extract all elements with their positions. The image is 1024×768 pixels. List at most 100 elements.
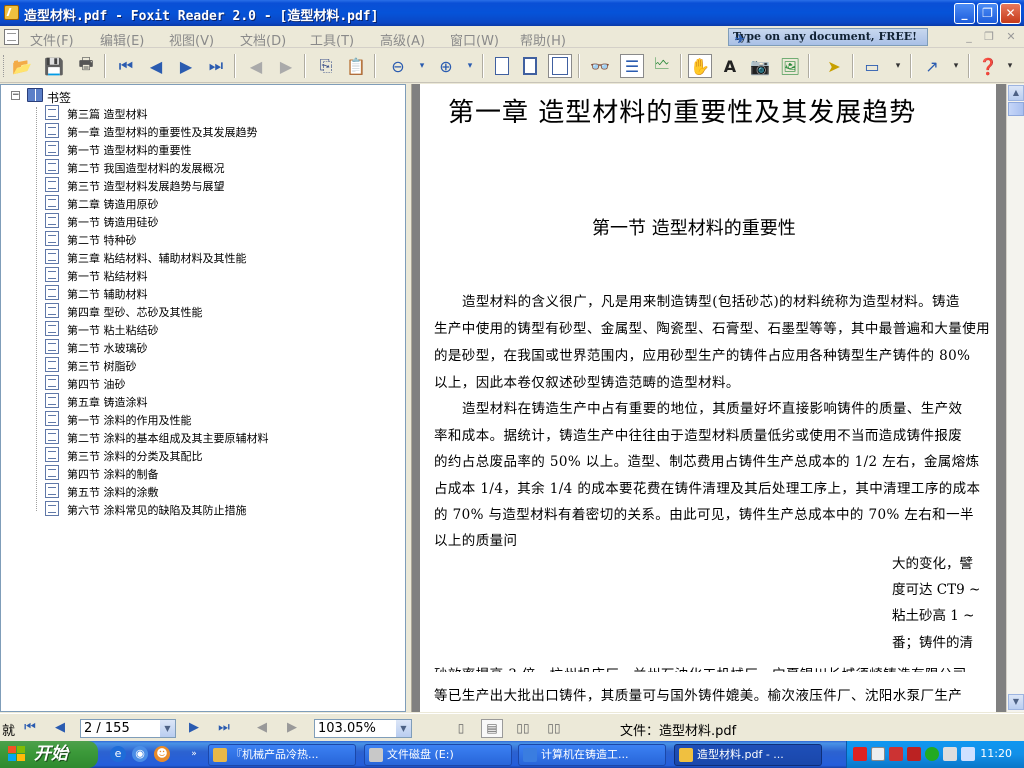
continuous-facing-view-icon[interactable]: ▯▯: [543, 719, 565, 738]
help-dropdown-icon[interactable]: ▾: [998, 54, 1022, 78]
taskbar-button[interactable]: 文件磁盘 (E:): [364, 744, 512, 766]
taskbar-button[interactable]: 『机械产品冷热...: [208, 744, 356, 766]
fit-width-icon[interactable]: [548, 54, 572, 78]
fit-page-icon[interactable]: [518, 54, 542, 78]
start-button[interactable]: 开始: [0, 741, 98, 768]
first-page-icon[interactable]: ⏮: [114, 54, 138, 78]
link-arrow-icon[interactable]: ↗: [920, 54, 944, 78]
status-back-icon[interactable]: ◀: [254, 720, 270, 736]
mdi-restore-button[interactable]: ❐: [980, 29, 998, 45]
zoom-out-icon[interactable]: ⊖: [386, 54, 410, 78]
toolbar-grip[interactable]: [3, 55, 6, 77]
menu-file[interactable]: 文件(F): [30, 30, 74, 49]
bookmark-item-label: 第四章 型砂、芯砂及其性能: [67, 306, 203, 319]
vertical-scrollbar[interactable]: ▲ ▼: [1006, 84, 1024, 712]
next-page-icon[interactable]: ▶: [174, 54, 198, 78]
taskbar-button-label: 计算机在铸造工...: [541, 748, 629, 761]
thumbnail-icon[interactable]: 🗠: [650, 54, 674, 78]
status-file-label: 文件：造型材料.pdf: [620, 724, 737, 739]
status-prev-page-icon[interactable]: ◀: [52, 720, 68, 736]
status-first-page-icon[interactable]: ⏮: [22, 720, 38, 736]
close-button[interactable]: ✕: [1000, 3, 1021, 24]
tray-network-icon[interactable]: [943, 747, 957, 761]
browser-icon[interactable]: ◉: [132, 746, 148, 762]
print-icon[interactable]: 🖶: [74, 54, 98, 78]
bookmark-panel-icon[interactable]: ☰: [620, 54, 644, 78]
typewriter-dropdown-icon[interactable]: ▾: [886, 54, 910, 78]
ie-icon[interactable]: e: [110, 746, 126, 762]
scroll-thumb[interactable]: [1008, 102, 1024, 116]
restore-button[interactable]: ❐: [977, 3, 998, 24]
snapshot-camera-icon[interactable]: 📷: [748, 54, 772, 78]
zoom-out-dropdown-icon[interactable]: ▾: [410, 54, 434, 78]
continuous-view-icon[interactable]: ▤: [481, 719, 503, 738]
text-fragment: 度可达 CT9 ~: [892, 582, 981, 598]
title-bar[interactable]: 造型材料.pdf - Foxit Reader 2.0 - [造型材料.pdf]…: [0, 0, 1024, 26]
quicklaunch-expand-icon[interactable]: »: [186, 746, 202, 762]
menu-window[interactable]: 窗口(W): [450, 30, 499, 49]
last-page-icon[interactable]: ⏭: [204, 54, 228, 78]
previous-page-icon[interactable]: ◀: [144, 54, 168, 78]
forward-icon[interactable]: ▶: [274, 54, 298, 78]
back-icon[interactable]: ◀: [244, 54, 268, 78]
link-dropdown-icon[interactable]: ▾: [944, 54, 968, 78]
mdi-minimize-button[interactable]: _: [960, 29, 978, 45]
status-forward-icon[interactable]: ▶: [284, 720, 300, 736]
bookmark-page-icon: [45, 231, 59, 246]
zoom-in-dropdown-icon[interactable]: ▾: [458, 54, 482, 78]
foxit-app-icon[interactable]: [4, 5, 19, 20]
taskbar-button-label: 造型材料.pdf - ...: [697, 748, 784, 761]
zoom-input[interactable]: 103.05% ▼: [314, 719, 412, 738]
taskbar-button[interactable]: 造型材料.pdf - ...: [674, 744, 822, 766]
taskbar-button[interactable]: 计算机在铸造工...: [518, 744, 666, 766]
ad-banner[interactable]: ✈ Type on any document, FREE!: [728, 28, 928, 46]
menu-advanced[interactable]: 高级(A): [380, 30, 425, 49]
typewriter-icon[interactable]: ▭: [860, 54, 884, 78]
tray-notepad-icon[interactable]: [871, 747, 885, 761]
tray-volume-icon[interactable]: [961, 747, 975, 761]
zoom-in-icon[interactable]: ⊕: [434, 54, 458, 78]
mdi-close-button[interactable]: ✕: [1002, 29, 1020, 45]
status-last-page-icon[interactable]: ⏭: [216, 720, 232, 736]
hand-tool-icon[interactable]: ✋: [688, 54, 712, 78]
tray-security-icon[interactable]: [907, 747, 921, 761]
document-icon[interactable]: [4, 29, 19, 45]
tray-app-icon[interactable]: [853, 747, 867, 761]
bookmark-panel[interactable]: − 书签 第三篇 造型材料 第一章 造型材料的重要性及其发展趋势 第一节 造型材料的…: [0, 84, 406, 712]
menu-help[interactable]: 帮助(H): [520, 30, 566, 49]
scroll-up-icon[interactable]: ▲: [1008, 85, 1024, 101]
document-view[interactable]: 第一章 造型材料的重要性及其发展趋势 第一节 造型材料的重要性 造型材料的含义很…: [412, 84, 1006, 712]
copy-page-icon[interactable]: ⎘: [314, 54, 338, 78]
menu-edit[interactable]: 编辑(E): [100, 30, 144, 49]
open-folder-icon[interactable]: 📂: [10, 54, 34, 78]
toolbar-separator: [482, 54, 484, 78]
select-arrow-icon[interactable]: ➤: [822, 54, 846, 78]
menu-document[interactable]: 文档(D): [240, 30, 286, 49]
status-next-page-icon[interactable]: ▶: [186, 720, 202, 736]
actual-size-icon[interactable]: [490, 54, 514, 78]
collapse-icon[interactable]: −: [11, 91, 20, 100]
toolbar-separator: [304, 54, 306, 78]
image-select-icon[interactable]: 🖼: [778, 54, 802, 78]
facing-view-icon[interactable]: ▯▯: [512, 719, 534, 738]
page-number-input[interactable]: 2 / 155 ▼: [80, 719, 176, 738]
save-icon[interactable]: 💾: [42, 54, 66, 78]
scroll-down-icon[interactable]: ▼: [1008, 694, 1024, 710]
find-binoculars-icon[interactable]: 👓: [588, 54, 612, 78]
qq-icon[interactable]: ☻: [154, 746, 170, 762]
help-icon[interactable]: ❓: [976, 54, 1000, 78]
bookmark-root-label: 书签: [47, 91, 72, 105]
single-page-view-icon[interactable]: ▯: [450, 719, 472, 738]
zoom-dropdown-icon[interactable]: ▼: [396, 720, 411, 737]
menu-view[interactable]: 视图(V): [169, 30, 214, 49]
select-text-icon[interactable]: A: [718, 54, 742, 78]
page-dropdown-icon[interactable]: ▼: [160, 720, 175, 737]
paste-icon[interactable]: 📋: [344, 54, 368, 78]
tray-green-icon[interactable]: [925, 747, 939, 761]
bookmark-item-label: 第五章 铸造涂料: [67, 396, 148, 409]
tray-input-icon[interactable]: [889, 747, 903, 761]
bookmark-page-icon: [45, 123, 59, 138]
minimize-button[interactable]: _: [954, 3, 975, 24]
toolbar-separator: [680, 54, 682, 78]
menu-tools[interactable]: 工具(T): [310, 30, 354, 49]
